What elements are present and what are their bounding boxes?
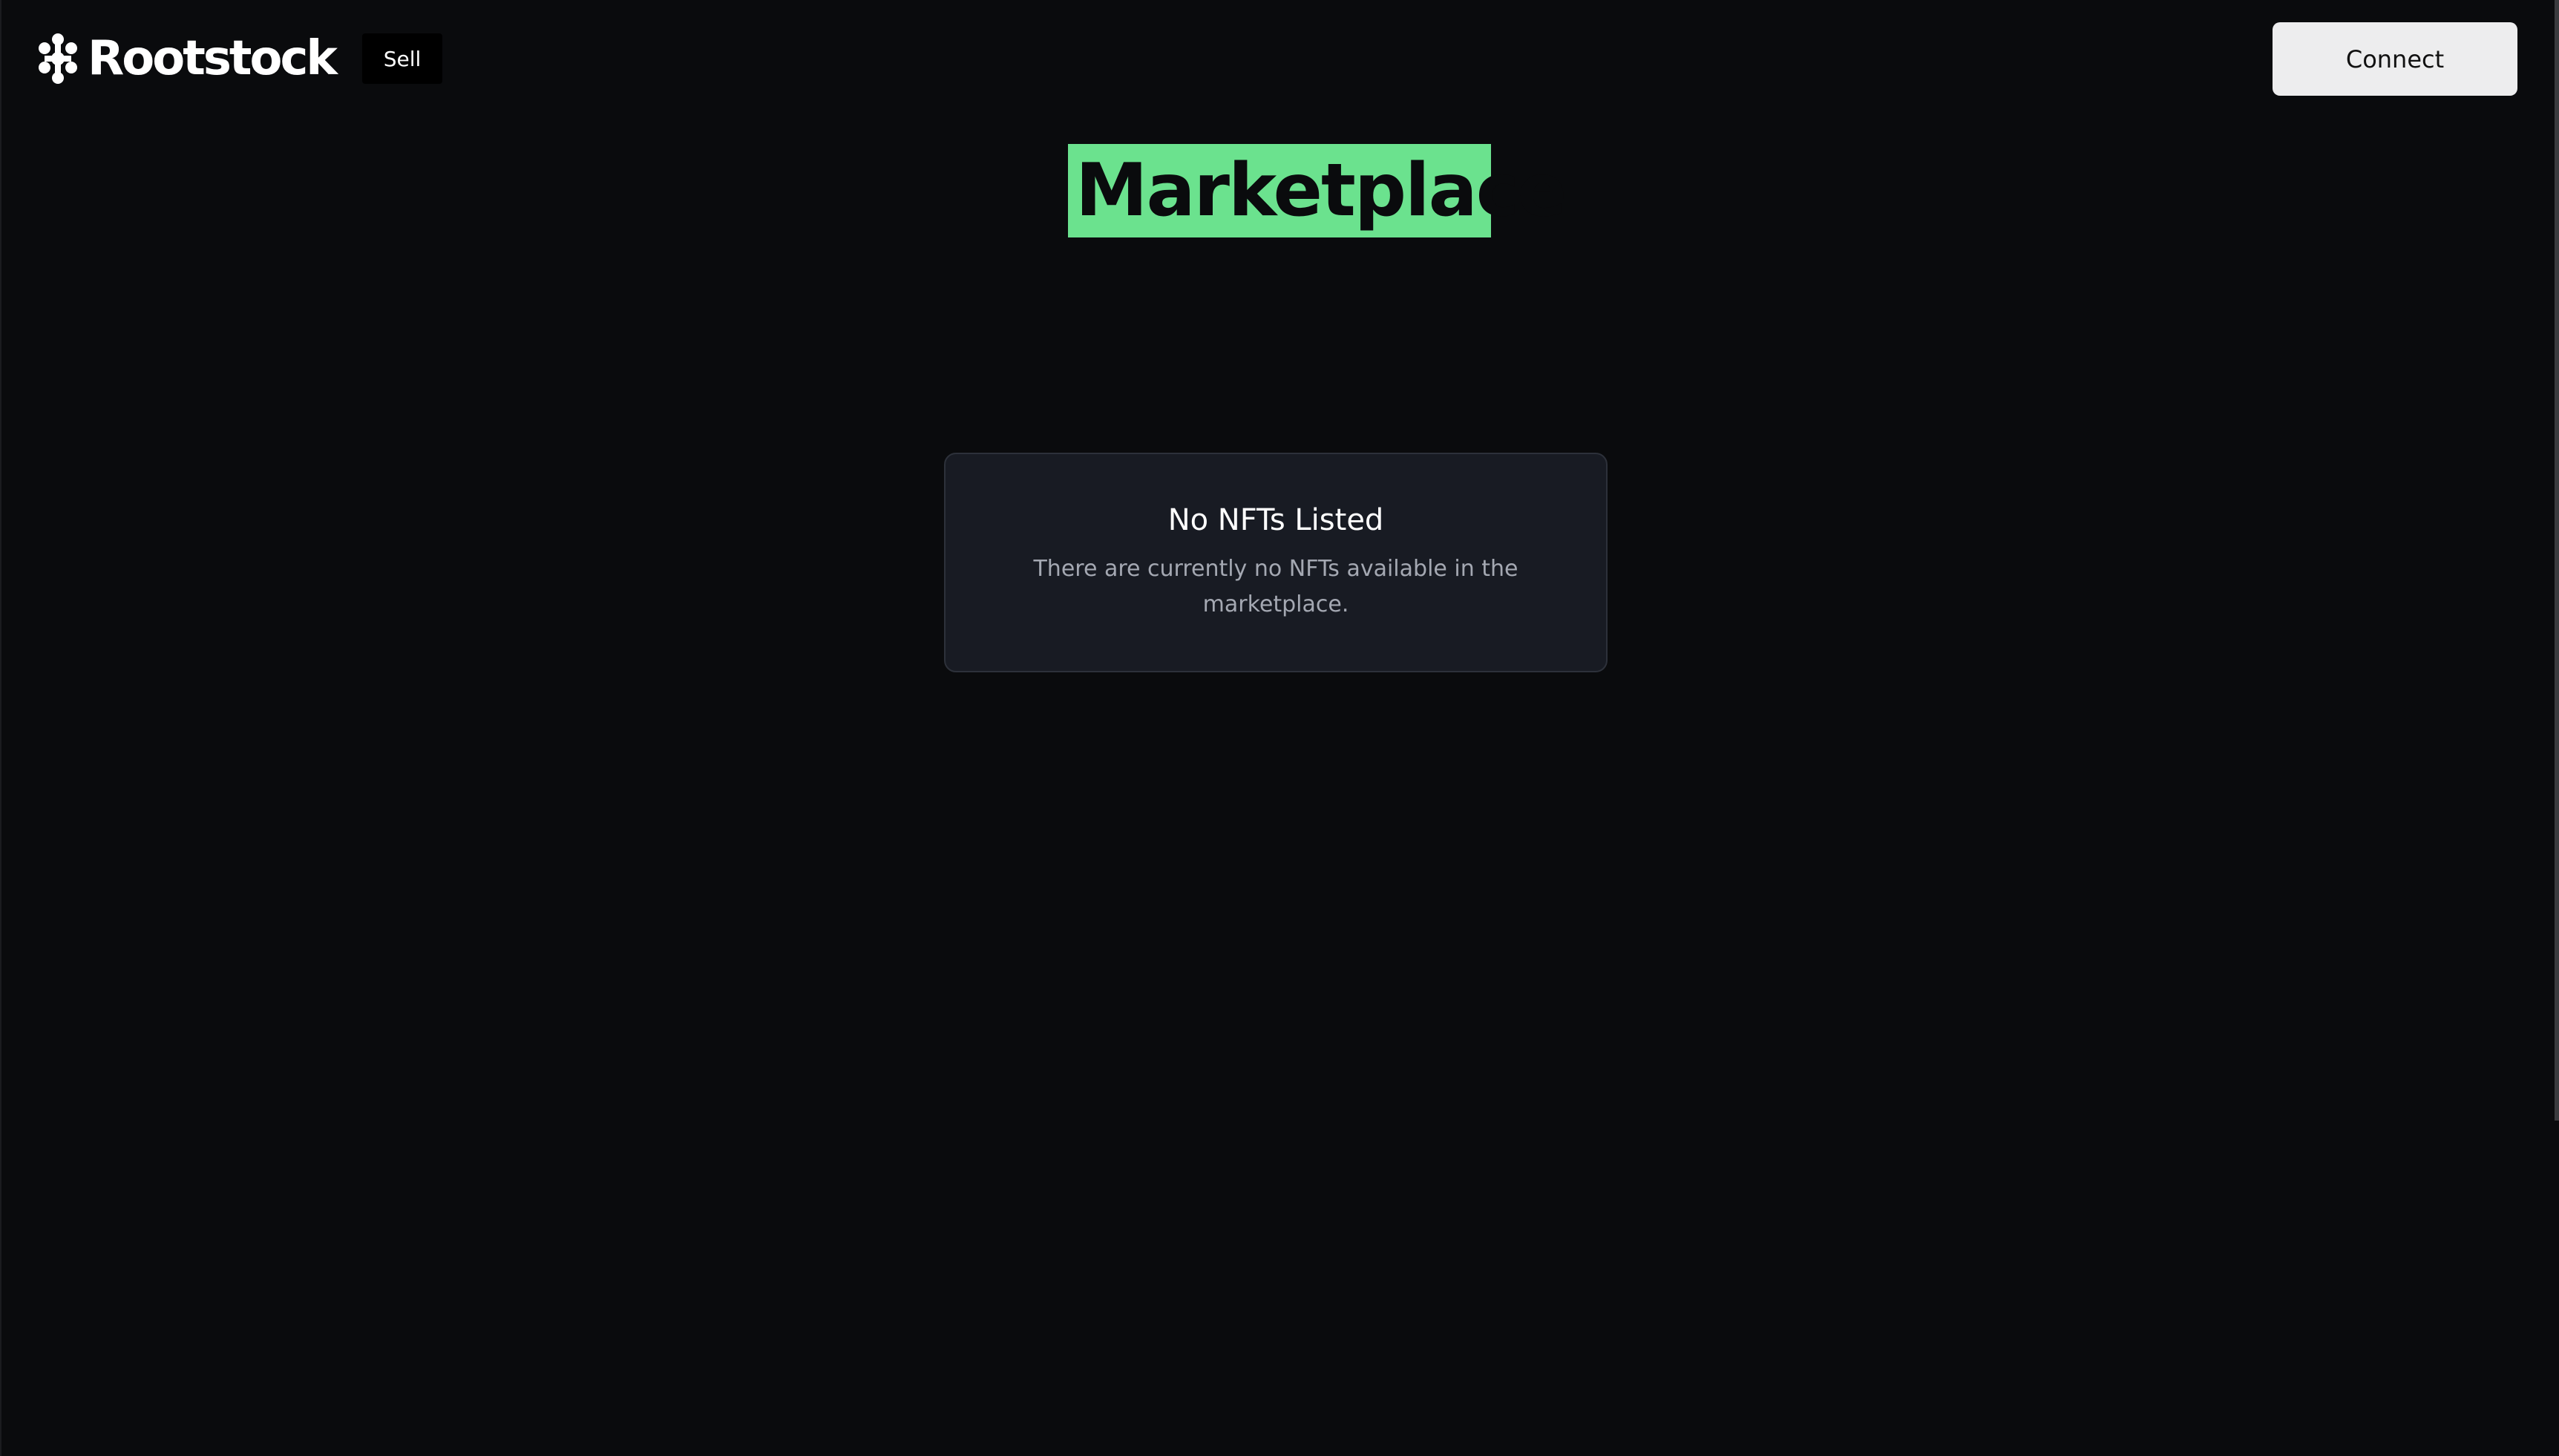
- sell-nav-button[interactable]: Sell: [362, 33, 442, 84]
- empty-state-description: There are currently no NFTs available in…: [1033, 556, 1518, 617]
- vertical-scrollbar[interactable]: [2555, 0, 2559, 1121]
- logo-wordmark: Rootstock: [88, 31, 338, 86]
- page-title-container: Marketplace: [0, 144, 2559, 237]
- marketplace-page: Rootstock Sell Connect Marketplace No NF…: [0, 0, 2559, 1456]
- empty-state-title: No NFTs Listed: [1167, 503, 1384, 537]
- connect-wallet-button[interactable]: Connect: [2273, 22, 2517, 96]
- rootstock-logo-icon: [34, 33, 82, 84]
- empty-state-card: No NFTs Listed There are currently no NF…: [944, 453, 1608, 672]
- top-navbar: Rootstock Sell Connect: [0, 0, 2559, 119]
- rootstock-logo[interactable]: Rootstock: [34, 31, 338, 86]
- page-title: Marketplace: [1068, 144, 1567, 237]
